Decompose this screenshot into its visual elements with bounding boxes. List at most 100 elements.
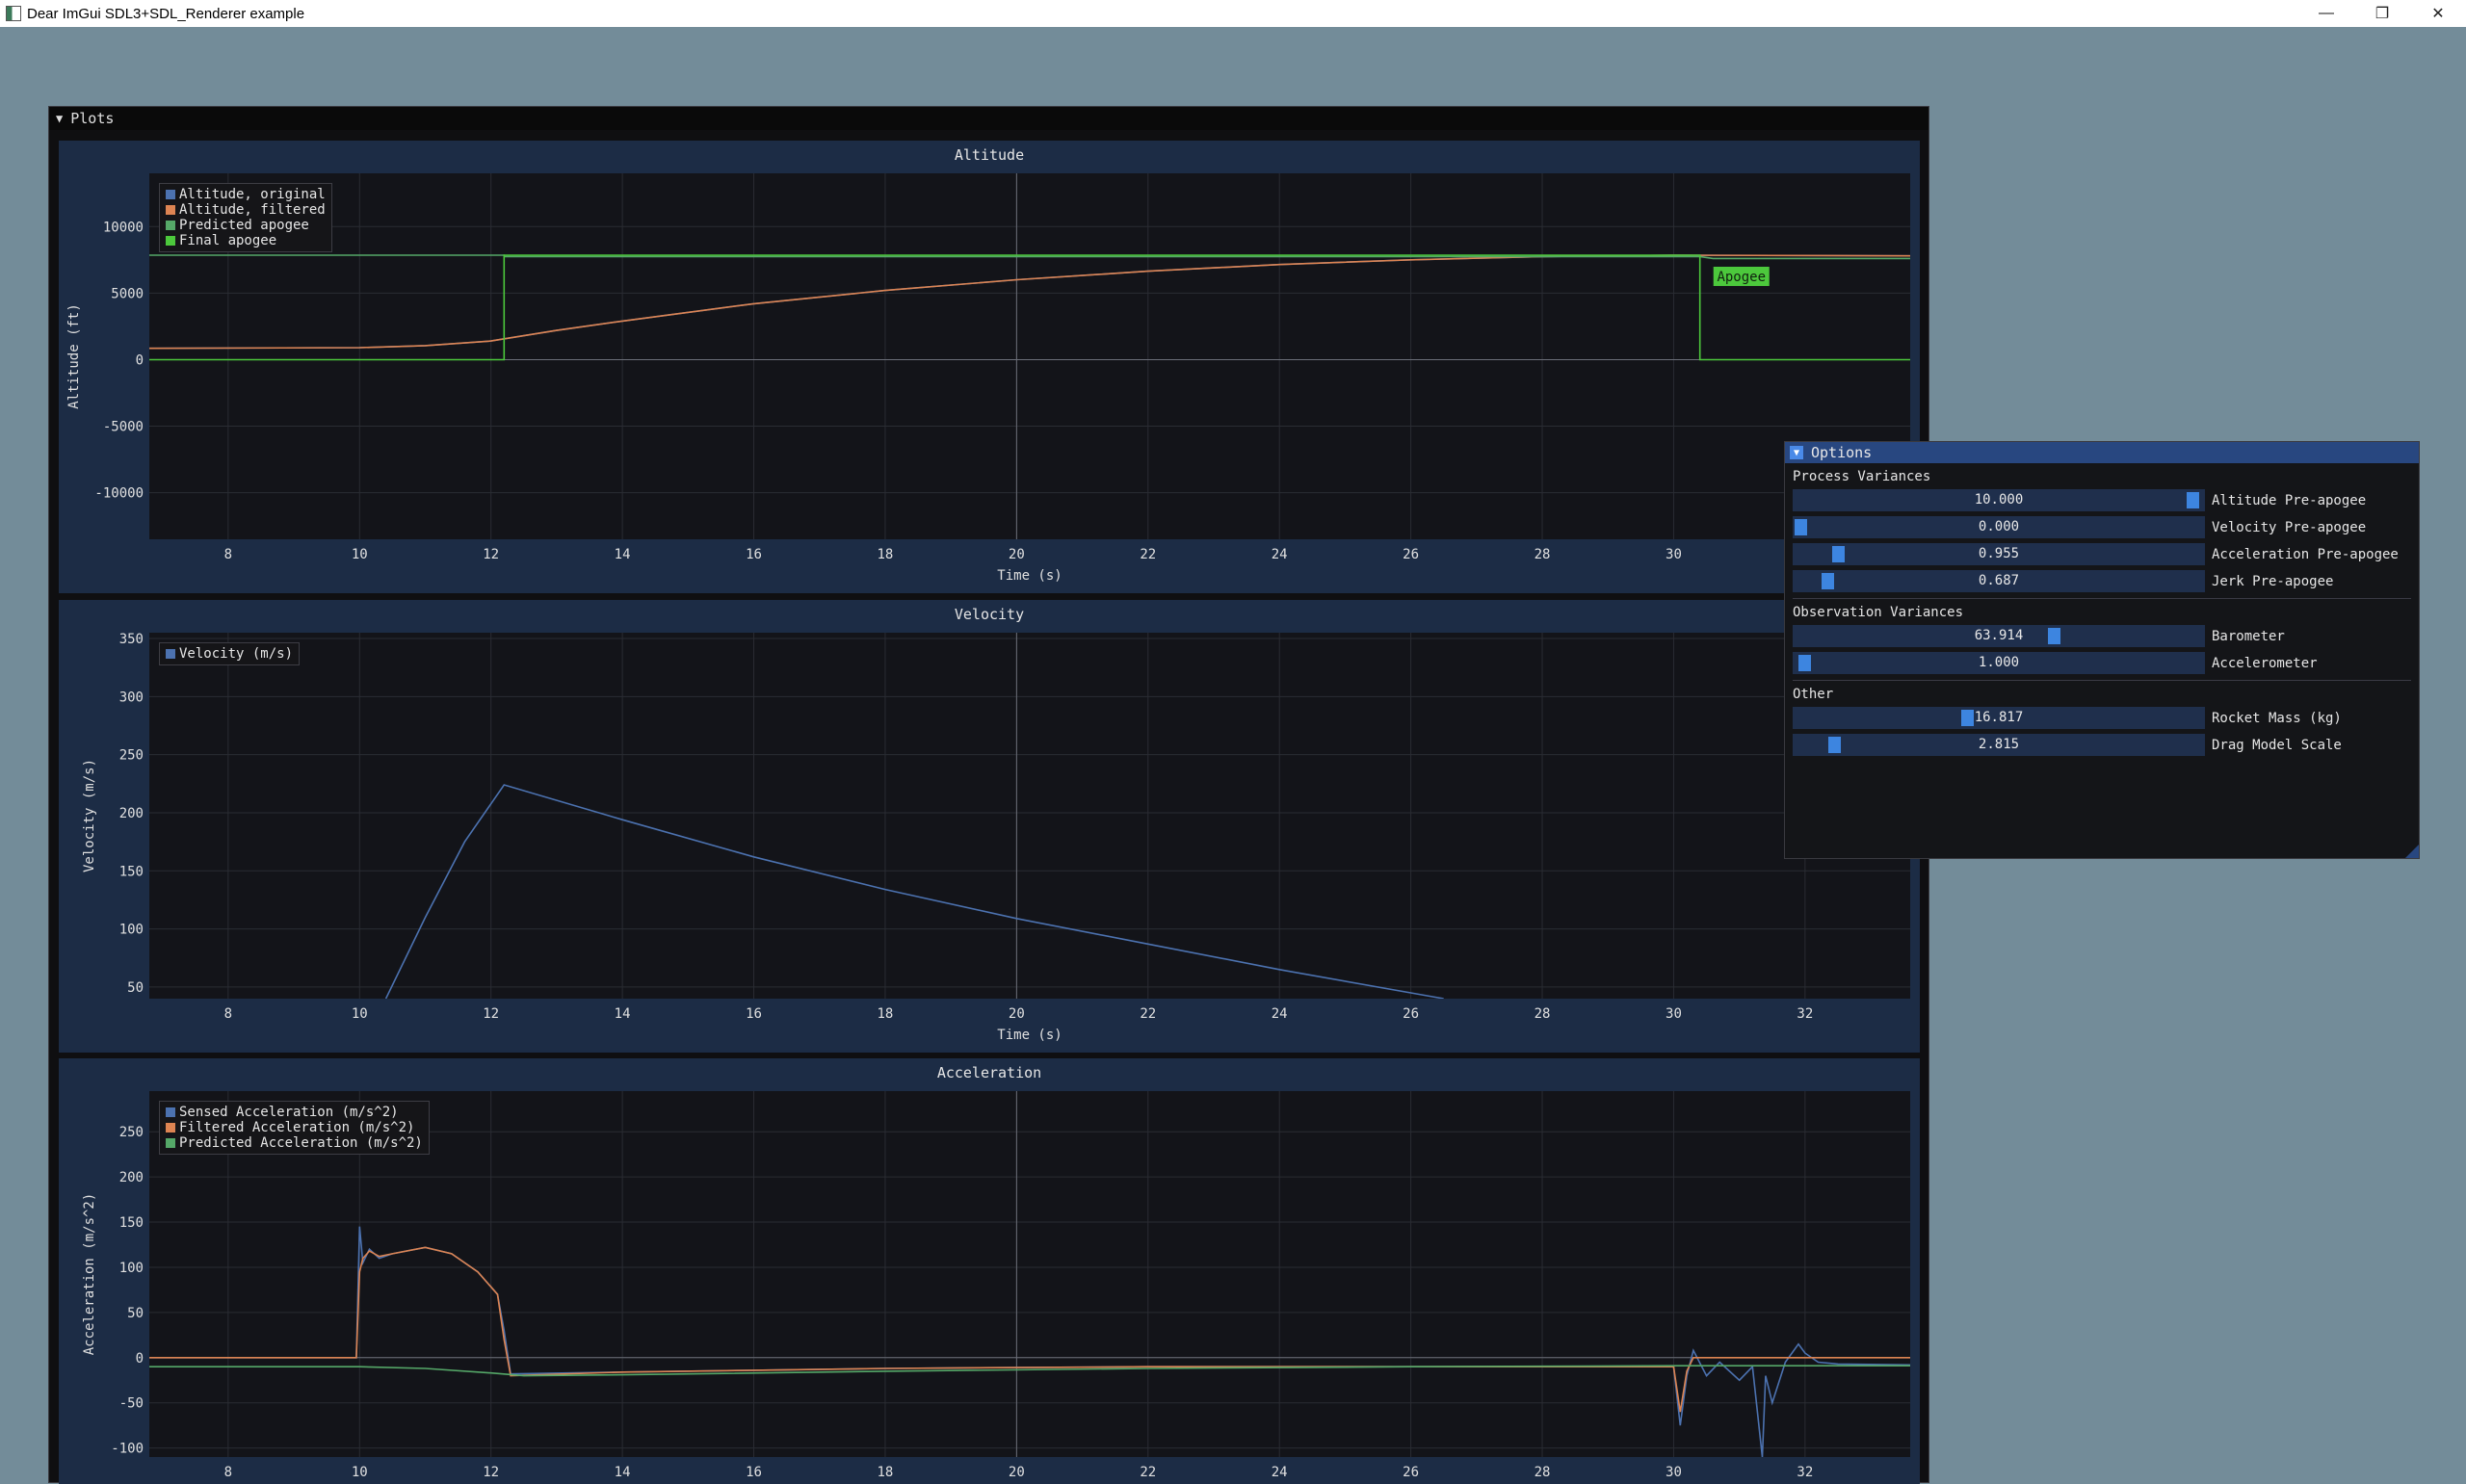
legend-label: Filtered Acceleration (m/s^2) xyxy=(179,1120,415,1135)
x-tick-label: 12 xyxy=(483,1465,499,1480)
legend-swatch xyxy=(166,221,175,230)
y-tick-label: 0 xyxy=(136,352,144,368)
y-tick-label: 150 xyxy=(119,864,144,879)
x-tick-label: 32 xyxy=(1797,1006,1813,1022)
legend-swatch xyxy=(166,1138,175,1148)
x-tick-label: 24 xyxy=(1272,1006,1288,1022)
legend-label: Final apogee xyxy=(179,233,277,248)
plots-window-titlebar[interactable]: ▼ Plots xyxy=(49,107,1928,130)
slider-value: 0.687 xyxy=(1978,573,2020,588)
resize-grip-icon[interactable] xyxy=(2405,845,2419,858)
legend-swatch xyxy=(166,205,175,215)
legend-label: Velocity (m/s) xyxy=(179,646,294,662)
collapse-arrow-icon[interactable]: ▼ xyxy=(56,112,63,125)
x-tick-label: 16 xyxy=(746,547,762,562)
section-header: Process Variances xyxy=(1793,469,1931,484)
legend-entry[interactable]: Altitude, filtered xyxy=(166,202,326,218)
slider[interactable]: 0.000 xyxy=(1793,516,2205,538)
apogee-annotation: Apogee xyxy=(1717,270,1766,285)
slider[interactable]: 0.687 xyxy=(1793,570,2205,592)
os-window-titlebar: Dear ImGui SDL3+SDL_Renderer example — ❐… xyxy=(0,0,2466,27)
plot-legend[interactable]: Altitude, original Altitude, filtered Pred… xyxy=(159,183,332,252)
slider[interactable]: 0.955 xyxy=(1793,543,2205,565)
slider[interactable]: 63.914 xyxy=(1793,625,2205,647)
y-tick-label: 50 xyxy=(127,980,144,996)
legend-label: Predicted Acceleration (m/s^2) xyxy=(179,1135,423,1151)
x-tick-label: 18 xyxy=(878,1006,894,1022)
x-tick-label: 26 xyxy=(1403,1006,1419,1022)
series-line xyxy=(149,254,1910,361)
legend-entry[interactable]: Predicted apogee xyxy=(166,218,326,233)
slider[interactable]: 2.815 xyxy=(1793,734,2205,756)
slider-label: Rocket Mass (kg) xyxy=(2212,710,2342,726)
legend-entry[interactable]: Altitude, original xyxy=(166,187,326,202)
slider-row: 0.955 Acceleration Pre-apogee xyxy=(1793,543,2419,565)
x-tick-label: 18 xyxy=(878,547,894,562)
y-tick-label: -50 xyxy=(119,1396,144,1412)
legend-swatch xyxy=(166,236,175,246)
legend-label: Altitude, original xyxy=(179,187,326,202)
y-axis-label: Velocity (m/s) xyxy=(82,759,97,872)
options-window-titlebar[interactable]: ▼ Options xyxy=(1785,442,2419,463)
plots-window: ▼ Plots Altitude 8 10 12 14 16 18 20 22 24 26 28 30… xyxy=(48,106,1929,1484)
x-tick-label: 14 xyxy=(615,547,631,562)
velocity-plot[interactable]: Velocity 8 10 12 14 16 18 20 22 24 26 28 30 32 350 300… xyxy=(59,600,1920,1053)
altitude-plot[interactable]: Altitude 8 10 12 14 16 18 20 22 24 26 28 30 10000 500… xyxy=(59,141,1920,593)
x-tick-label: 12 xyxy=(483,1006,499,1022)
y-tick-label: 200 xyxy=(119,806,144,821)
y-tick-label: 10000 xyxy=(103,220,144,235)
y-tick-label: 50 xyxy=(127,1306,144,1321)
slider-label: Drag Model Scale xyxy=(2212,737,2342,753)
y-tick-label: -10000 xyxy=(94,486,144,502)
section-separator xyxy=(1793,680,2411,681)
legend-entry[interactable]: Filtered Acceleration (m/s^2) xyxy=(166,1120,423,1135)
y-tick-label: 100 xyxy=(119,1261,144,1276)
app-icon xyxy=(6,6,21,21)
x-axis-label: Time (s) xyxy=(997,1028,1062,1043)
slider-row: 2.815 Drag Model Scale xyxy=(1793,734,2419,756)
close-button[interactable]: ✕ xyxy=(2410,0,2466,27)
x-tick-label: 20 xyxy=(1009,1465,1025,1480)
restore-button[interactable]: ❐ xyxy=(2354,0,2410,27)
x-tick-label: 22 xyxy=(1140,1465,1156,1480)
plot-legend[interactable]: Velocity (m/s) xyxy=(159,642,301,665)
y-tick-label: 5000 xyxy=(111,286,144,301)
x-tick-label: 8 xyxy=(224,1465,232,1480)
legend-swatch xyxy=(166,1107,175,1117)
legend-entry[interactable]: Final apogee xyxy=(166,233,326,248)
section-header: Other xyxy=(1793,687,1834,702)
slider-label: Altitude Pre-apogee xyxy=(2212,492,2367,508)
x-tick-label: 16 xyxy=(746,1006,762,1022)
section-separator xyxy=(1793,598,2411,599)
slider-row: 0.000 Velocity Pre-apogee xyxy=(1793,516,2419,538)
y-tick-label: -100 xyxy=(111,1442,144,1457)
slider-value: 10.000 xyxy=(1974,492,2024,508)
x-tick-label: 8 xyxy=(224,547,232,562)
plot-legend[interactable]: Sensed Acceleration (m/s^2) Filtered Acce… xyxy=(159,1101,430,1155)
x-axis-label: Time (s) xyxy=(997,568,1062,584)
legend-entry[interactable]: Sensed Acceleration (m/s^2) xyxy=(166,1105,423,1120)
slider[interactable]: 1.000 xyxy=(1793,652,2205,674)
x-tick-label: 16 xyxy=(746,1465,762,1480)
acceleration-plot[interactable]: Acceleration 8 10 12 14 16 18 20 22 24 26 28 30 32 25… xyxy=(59,1058,1920,1484)
y-axis-label: Altitude (ft) xyxy=(66,303,82,409)
slider-value: 63.914 xyxy=(1974,628,2024,643)
x-tick-label: 26 xyxy=(1403,547,1419,562)
slider[interactable]: 10.000 xyxy=(1793,489,2205,511)
y-tick-label: 200 xyxy=(119,1170,144,1185)
slider-value: 0.955 xyxy=(1978,546,2020,561)
x-tick-label: 24 xyxy=(1272,1465,1288,1480)
minimize-button[interactable]: — xyxy=(2298,0,2354,27)
os-window-title: Dear ImGui SDL3+SDL_Renderer example xyxy=(27,5,305,22)
x-tick-label: 20 xyxy=(1009,1006,1025,1022)
collapse-arrow-icon[interactable]: ▼ xyxy=(1790,446,1803,459)
x-tick-label: 22 xyxy=(1140,1006,1156,1022)
x-tick-label: 22 xyxy=(1140,547,1156,562)
x-tick-label: 28 xyxy=(1535,1006,1551,1022)
slider-label: Velocity Pre-apogee xyxy=(2212,519,2367,535)
legend-entry[interactable]: Velocity (m/s) xyxy=(166,646,293,662)
legend-entry[interactable]: Predicted Acceleration (m/s^2) xyxy=(166,1135,423,1151)
x-tick-label: 28 xyxy=(1535,547,1551,562)
y-tick-label: 350 xyxy=(119,632,144,647)
slider[interactable]: 16.817 xyxy=(1793,707,2205,729)
